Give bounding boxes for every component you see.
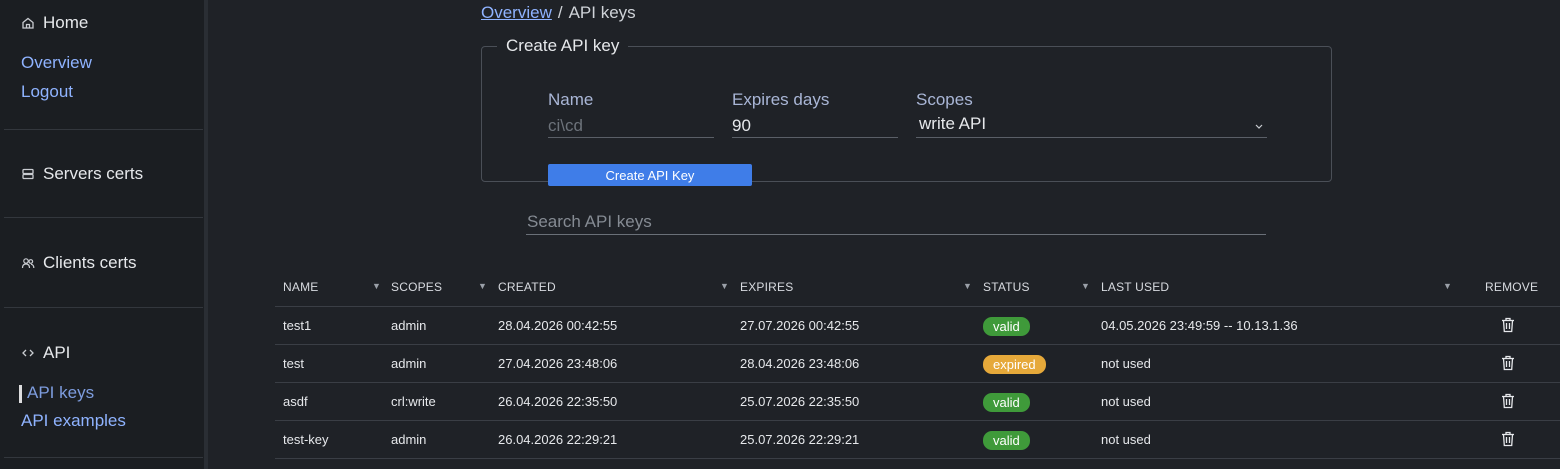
scopes-label: Scopes bbox=[916, 90, 973, 109]
breadcrumb: Overview / API keys bbox=[481, 3, 636, 23]
cell-name: test-key bbox=[283, 432, 329, 447]
cell-last-used: not used bbox=[1101, 432, 1151, 447]
status-badge: valid bbox=[983, 317, 1030, 336]
cell-expires: 27.07.2026 00:42:55 bbox=[740, 318, 860, 333]
table-row: test1 admin 28.04.2026 00:42:55 27.07.20… bbox=[275, 307, 1560, 345]
search-api-keys-input[interactable] bbox=[526, 209, 1266, 235]
expires-days-input[interactable] bbox=[732, 114, 898, 138]
cell-last-used: not used bbox=[1101, 356, 1151, 371]
users-icon bbox=[21, 256, 35, 270]
sort-down-icon[interactable]: ▼ bbox=[372, 281, 381, 291]
scopes-select[interactable]: write API bbox=[916, 114, 1267, 138]
name-field-group: Name bbox=[548, 90, 714, 138]
status-badge: expired bbox=[983, 355, 1046, 374]
column-header-expires[interactable]: EXPIRES bbox=[740, 280, 793, 294]
sort-down-icon[interactable]: ▼ bbox=[478, 281, 487, 291]
breadcrumb-separator: / bbox=[557, 3, 563, 22]
breadcrumb-current: API keys bbox=[568, 3, 636, 22]
table-row: asdf crl:write 26.04.2026 22:35:50 25.07… bbox=[275, 383, 1560, 421]
sidebar-item-label: Home bbox=[43, 13, 89, 32]
sidebar-divider bbox=[4, 457, 203, 458]
expires-field-group: Expires days bbox=[732, 90, 898, 138]
sidebar-item-servers-certs[interactable]: Servers certs bbox=[21, 164, 143, 184]
column-header-status[interactable]: STATUS bbox=[983, 280, 1030, 294]
cell-scopes: admin bbox=[391, 318, 427, 333]
trash-icon[interactable] bbox=[1501, 317, 1515, 333]
sort-down-icon[interactable]: ▼ bbox=[1443, 281, 1452, 291]
cell-name: test bbox=[283, 356, 304, 371]
name-label: Name bbox=[548, 90, 594, 109]
sidebar-divider bbox=[4, 129, 203, 130]
create-api-key-panel: Create API key Name Expires days Scopes … bbox=[481, 36, 1332, 186]
create-api-key-button[interactable]: Create API Key bbox=[548, 164, 752, 186]
trash-icon[interactable] bbox=[1501, 431, 1515, 447]
sort-down-icon[interactable]: ▼ bbox=[1081, 281, 1090, 291]
sidebar-link-api-keys[interactable]: API keys bbox=[18, 383, 94, 403]
create-api-key-legend: Create API key bbox=[506, 36, 620, 55]
status-badge: valid bbox=[983, 431, 1030, 450]
sidebar-item-home[interactable]: Home bbox=[21, 13, 88, 33]
sidebar-link-logout[interactable]: Logout bbox=[21, 82, 73, 102]
cell-expires: 25.07.2026 22:35:50 bbox=[740, 394, 860, 409]
sidebar-item-api[interactable]: API bbox=[21, 343, 70, 363]
scopes-select-value: write API bbox=[919, 114, 987, 133]
sidebar-item-clients-certs[interactable]: Clients certs bbox=[21, 253, 137, 273]
cell-expires: 28.04.2026 23:48:06 bbox=[740, 356, 860, 371]
cell-name: test1 bbox=[283, 318, 312, 333]
sidebar-link-overview[interactable]: Overview bbox=[21, 53, 92, 73]
sort-down-icon[interactable]: ▼ bbox=[963, 281, 972, 291]
cell-scopes: admin bbox=[391, 432, 427, 447]
cell-last-used: not used bbox=[1101, 394, 1151, 409]
cell-created: 28.04.2026 00:42:55 bbox=[498, 318, 618, 333]
status-badge: valid bbox=[983, 393, 1030, 412]
table-row: test admin 27.04.2026 23:48:06 28.04.202… bbox=[275, 345, 1560, 383]
chevron-down-icon bbox=[1253, 117, 1265, 129]
sort-down-icon[interactable]: ▼ bbox=[720, 281, 729, 291]
cell-scopes: crl:write bbox=[391, 394, 436, 409]
column-header-remove: REMOVE bbox=[1485, 280, 1539, 294]
sidebar-divider bbox=[4, 307, 203, 308]
sidebar-link-api-examples[interactable]: API examples bbox=[21, 411, 126, 431]
cell-expires: 25.07.2026 22:29:21 bbox=[740, 432, 860, 447]
column-header-created[interactable]: CREATED bbox=[498, 280, 556, 294]
table-header: NAME ▼ SCOPES ▼ CREATED ▼ EXPIRES ▼ STAT… bbox=[275, 268, 1560, 307]
cell-last-used: 04.05.2026 23:49:59 -- 10.13.1.36 bbox=[1101, 318, 1298, 333]
sidebar-item-label: API bbox=[43, 343, 71, 362]
cell-name: asdf bbox=[283, 394, 308, 409]
table-row: test-key admin 26.04.2026 22:29:21 25.07… bbox=[275, 421, 1560, 459]
column-header-scopes[interactable]: SCOPES bbox=[391, 280, 442, 294]
column-header-name[interactable]: NAME bbox=[283, 280, 318, 294]
expires-days-label: Expires days bbox=[732, 90, 830, 109]
sidebar-item-label: Servers certs bbox=[43, 164, 144, 183]
server-icon bbox=[21, 167, 35, 181]
sidebar-divider bbox=[4, 217, 203, 218]
name-input[interactable] bbox=[548, 114, 714, 138]
sidebar: Home Overview Logout Servers certs Clien… bbox=[0, 0, 208, 469]
breadcrumb-link-overview[interactable]: Overview bbox=[481, 3, 552, 22]
api-keys-table: NAME ▼ SCOPES ▼ CREATED ▼ EXPIRES ▼ STAT… bbox=[275, 268, 1560, 459]
sidebar-item-label: Clients certs bbox=[43, 253, 137, 272]
code-icon bbox=[21, 346, 35, 360]
home-icon bbox=[21, 16, 35, 30]
cell-created: 27.04.2026 23:48:06 bbox=[498, 356, 618, 371]
column-header-last-used[interactable]: LAST USED bbox=[1101, 280, 1169, 294]
cell-created: 26.04.2026 22:35:50 bbox=[498, 394, 618, 409]
scopes-field-group: Scopes write API bbox=[916, 90, 1267, 138]
trash-icon[interactable] bbox=[1501, 355, 1515, 371]
trash-icon[interactable] bbox=[1501, 393, 1515, 409]
cell-scopes: admin bbox=[391, 356, 427, 371]
cell-created: 26.04.2026 22:29:21 bbox=[498, 432, 618, 447]
